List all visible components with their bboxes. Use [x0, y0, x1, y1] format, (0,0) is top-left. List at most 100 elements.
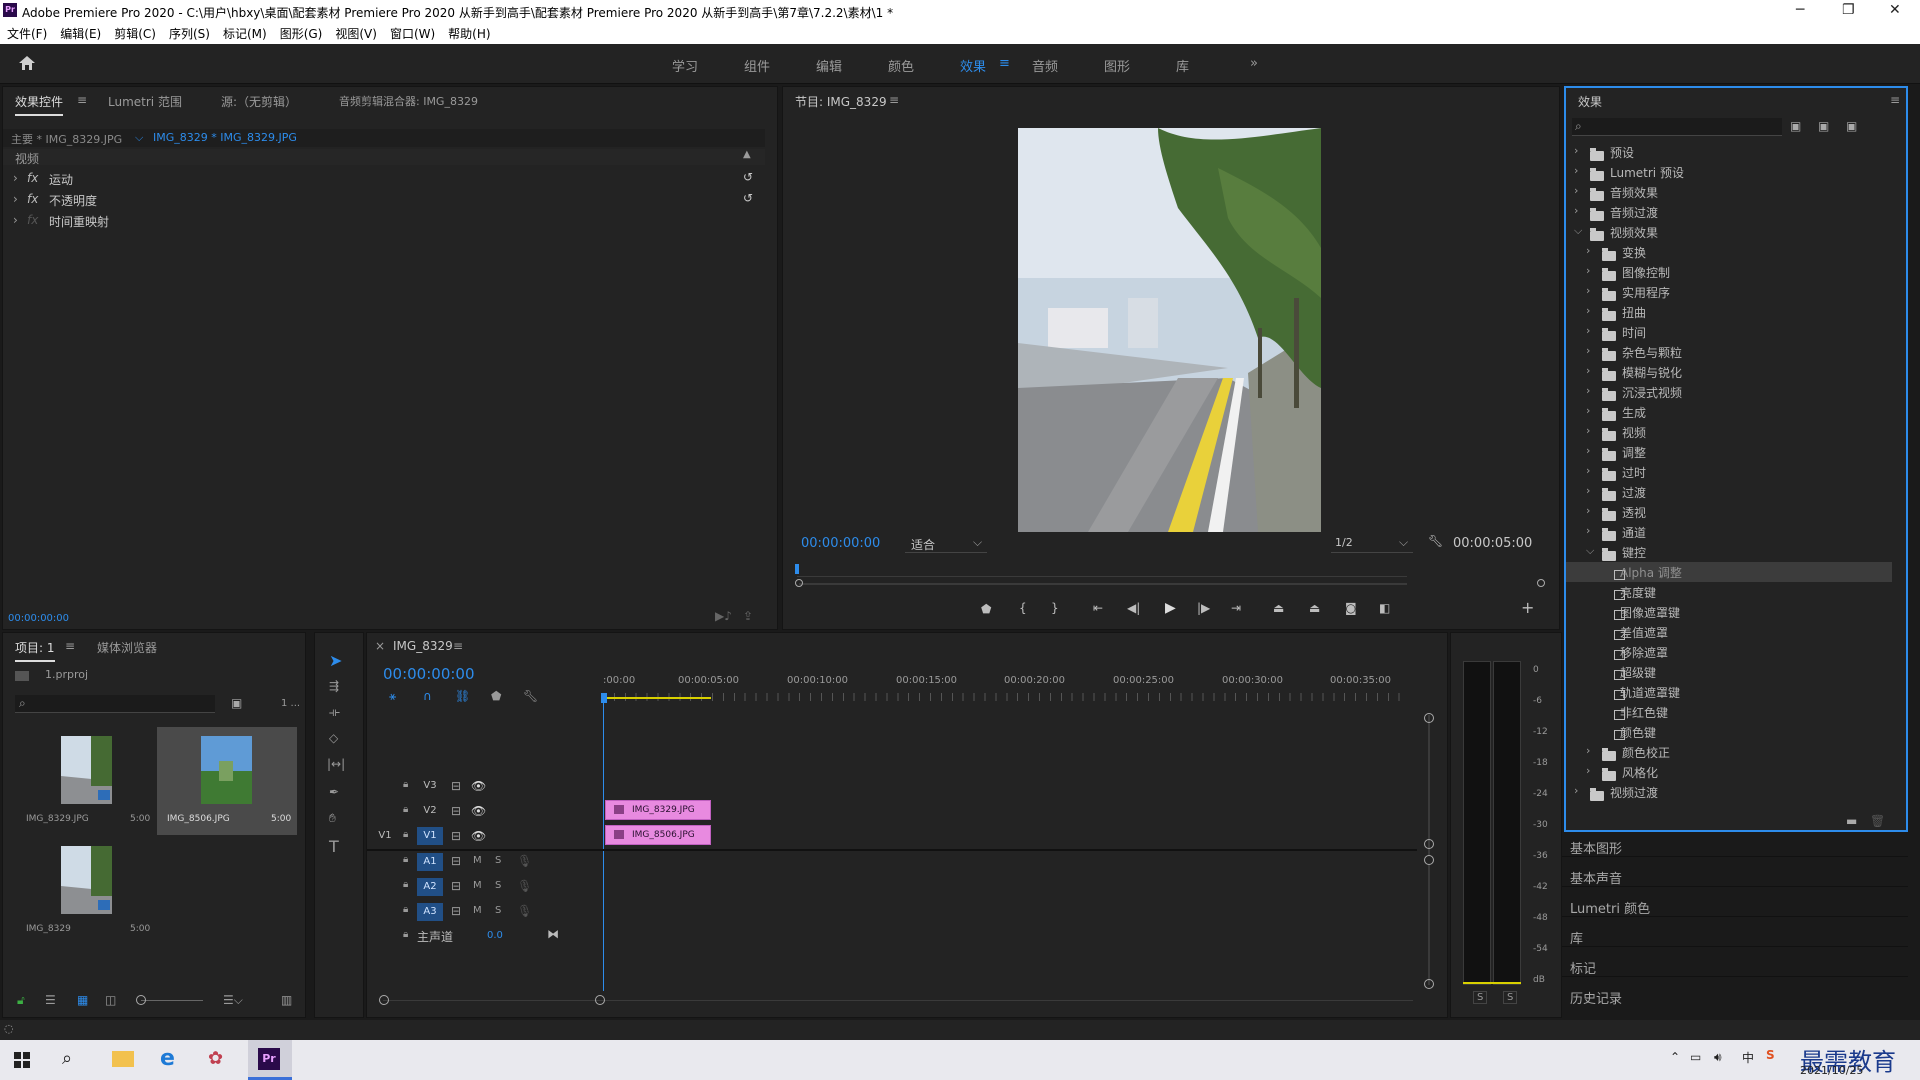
sort-icon[interactable]: ☰⌵	[223, 993, 243, 1008]
menu-marker[interactable]: 标记(M)	[216, 22, 273, 42]
sync-lock-icon[interactable]: ⊟	[451, 804, 461, 818]
chevron-right-icon[interactable]: ›	[1586, 524, 1590, 537]
effect-item[interactable]: 图像遮罩键	[1566, 602, 1892, 622]
eye-icon[interactable]: 👁︎	[471, 829, 486, 843]
ws-tab-assembly[interactable]: 组件	[744, 56, 770, 75]
effect-row-motion[interactable]: › fx 运动 ↺	[3, 169, 765, 189]
audio-vertical-scrollbar[interactable]	[1428, 865, 1430, 985]
voiceover-mic-icon[interactable]: 🎙︎	[517, 879, 532, 893]
collapse-up-icon[interactable]: ▲	[743, 149, 751, 160]
zoom-slider[interactable]	[141, 1000, 203, 1001]
track-target-a1[interactable]: A1	[417, 853, 443, 871]
wrench-settings-icon[interactable]: 🔧︎	[1428, 534, 1443, 548]
solo-left-button[interactable]: S	[1473, 991, 1488, 1004]
automate-to-sequence-icon[interactable]: ▥	[281, 993, 292, 1007]
tab-lumetri-scopes[interactable]: Lumetri 范围	[108, 93, 182, 110]
export-icon[interactable]: ⇪	[743, 609, 753, 623]
chevron-right-icon[interactable]: ›	[1574, 164, 1578, 177]
effects-folder[interactable]: › 沉浸式视频	[1566, 382, 1892, 402]
add-marker-icon[interactable]: ⬟	[981, 602, 991, 616]
home-icon[interactable]	[18, 55, 36, 71]
extract-icon[interactable]: ⏏	[1309, 601, 1320, 615]
app-icon[interactable]: ✿	[208, 1048, 223, 1069]
add-marker-icon[interactable]: ⬟	[491, 689, 501, 703]
lock-icon[interactable]: 🔒︎	[403, 829, 408, 840]
go-to-out-icon[interactable]: ⇥	[1231, 601, 1241, 615]
tab-media-browser[interactable]: 媒体浏览器	[97, 639, 157, 656]
chevron-right-icon[interactable]: ›	[1586, 464, 1590, 477]
effect-item[interactable]: 差值遮罩	[1566, 622, 1892, 642]
timeline-menu-icon[interactable]: ≡	[453, 639, 463, 653]
track-target-v3[interactable]: V3	[417, 777, 443, 795]
chevron-right-icon[interactable]: ›	[1586, 504, 1590, 517]
chevron-right-icon[interactable]: ›	[1586, 304, 1590, 317]
effects-folder[interactable]: › 模糊与锐化	[1566, 362, 1892, 382]
selection-tool-icon[interactable]: ➤	[329, 651, 342, 670]
type-tool-icon[interactable]: T	[329, 837, 339, 856]
slip-tool-icon[interactable]: |↔|	[327, 757, 345, 771]
program-menu-icon[interactable]: ≡	[889, 93, 899, 107]
new-bin-from-search-icon[interactable]: ▣	[231, 696, 242, 710]
tab-audio-clip-mixer[interactable]: 音频剪辑混合器: IMG_8329	[339, 93, 478, 109]
master-clip-label[interactable]: 主要 * IMG_8329.JPG	[11, 131, 122, 147]
effect-controls-timecode[interactable]: 00:00:00:00	[8, 613, 69, 624]
menu-sequence[interactable]: 序列(S)	[162, 22, 216, 42]
section-essential-sound[interactable]: 基本声音	[1570, 868, 1622, 887]
mute-button[interactable]: M	[473, 880, 482, 891]
menu-clip[interactable]: 剪辑(C)	[107, 22, 162, 42]
work-area-bar[interactable]	[603, 697, 711, 699]
chevron-right-icon[interactable]: ›	[1574, 204, 1578, 217]
effect-row-opacity[interactable]: › fx 不透明度 ↺	[3, 190, 765, 210]
timeline-sequence-tab[interactable]: IMG_8329	[393, 639, 453, 653]
lock-icon[interactable]: 🔒︎	[403, 904, 408, 915]
ws-tab-graphics[interactable]: 图形	[1104, 56, 1130, 75]
mark-in-icon[interactable]: {	[1019, 601, 1027, 615]
sync-lock-icon[interactable]: ⊟	[451, 779, 461, 793]
lock-icon[interactable]: 🔒︎	[403, 929, 408, 940]
effects-folder[interactable]: › 预设	[1566, 142, 1892, 162]
menu-edit[interactable]: 编辑(E)	[53, 22, 107, 42]
menu-graphics[interactable]: 图形(G)	[273, 22, 329, 42]
ws-more-button[interactable]: »	[1250, 56, 1258, 71]
effects-folder[interactable]: ⌵ 视频效果	[1566, 222, 1892, 242]
track-target-v1[interactable]: V1	[417, 827, 443, 845]
master-volume-value[interactable]: 0.0	[487, 930, 503, 941]
tab-source[interactable]: 源:（无剪辑）	[221, 93, 297, 110]
freeform-view-icon[interactable]: ◫	[105, 993, 116, 1007]
effects-folder[interactable]: ⌵ 键控	[1566, 542, 1892, 562]
ws-tab-color[interactable]: 颜色	[888, 56, 914, 75]
yuv-effects-icon[interactable]: ▣	[1846, 119, 1857, 133]
chevron-right-icon[interactable]: ›	[1586, 384, 1590, 397]
ws-tab-libraries[interactable]: 库	[1176, 56, 1189, 75]
minimize-button[interactable]: ─	[1796, 2, 1804, 18]
maximize-button[interactable]: ❐	[1842, 2, 1855, 18]
scroll-handle[interactable]	[1424, 839, 1434, 849]
network-icon[interactable]: ▭	[1690, 1050, 1701, 1064]
premiere-taskbar-button[interactable]: Pr	[248, 1040, 292, 1080]
chevron-down-icon[interactable]: ⌵	[1574, 224, 1582, 238]
clock-date[interactable]: 2021/10/25	[1800, 1064, 1863, 1077]
hand-tool-icon[interactable]: ✋︎	[329, 811, 336, 826]
chevron-right-icon[interactable]: ›	[1574, 144, 1578, 157]
effects-folder[interactable]: › 颜色校正	[1566, 742, 1892, 762]
sync-lock-icon[interactable]: ⊟	[451, 904, 461, 918]
icon-view-icon[interactable]: ▦	[77, 993, 88, 1007]
step-forward-icon[interactable]: |▶	[1197, 601, 1210, 615]
comparison-view-icon[interactable]: ◧	[1379, 601, 1390, 615]
timeline-settings-wrench-icon[interactable]: 🔧︎	[523, 689, 538, 703]
chevron-right-icon[interactable]: ›	[1586, 484, 1590, 497]
section-markers[interactable]: 标记	[1570, 958, 1596, 977]
play-audio-icon[interactable]: ▶♪	[715, 609, 732, 623]
video-vertical-scrollbar[interactable]	[1428, 715, 1430, 855]
effects-folder[interactable]: › 变换	[1566, 242, 1892, 262]
voiceover-mic-icon[interactable]: 🎙︎	[517, 854, 532, 868]
ime-indicator[interactable]: 中	[1742, 1049, 1754, 1066]
lock-icon[interactable]: 🔒︎	[403, 879, 408, 890]
chevron-right-icon[interactable]: ›	[1574, 784, 1578, 797]
chevron-right-icon[interactable]: ›	[1586, 284, 1590, 297]
effects-menu-icon[interactable]: ≡	[1890, 93, 1900, 107]
add-button-icon[interactable]: +	[1521, 598, 1534, 617]
snap-magnet-icon[interactable]: ∩	[423, 689, 432, 703]
sogou-ime-icon[interactable]: S	[1766, 1048, 1775, 1062]
go-to-end-icon[interactable]: ⧓	[547, 927, 559, 941]
